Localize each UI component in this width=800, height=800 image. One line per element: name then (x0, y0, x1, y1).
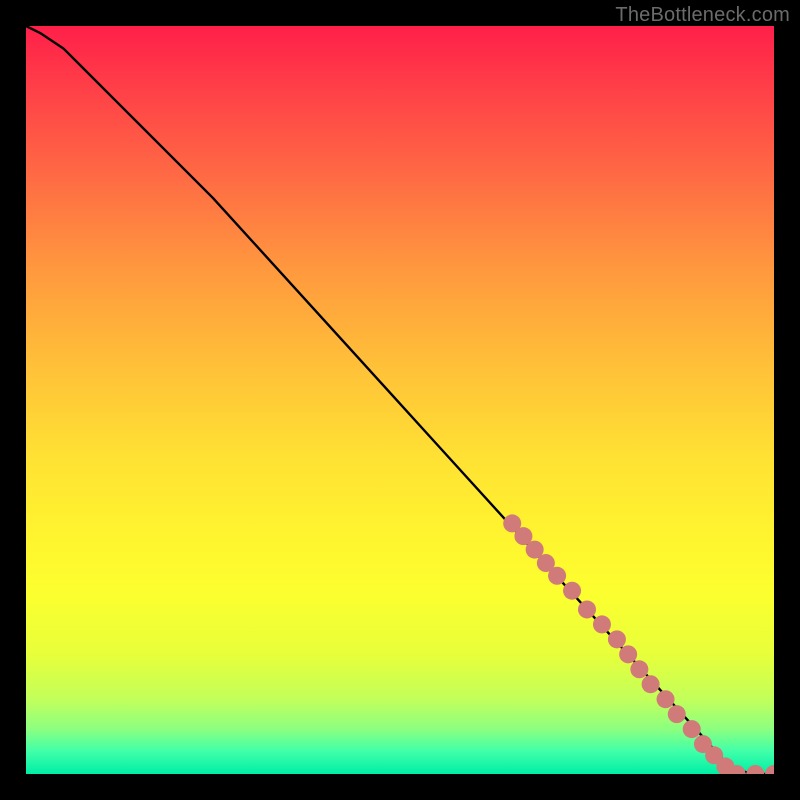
data-marker (746, 765, 764, 774)
curve-line (26, 26, 774, 774)
data-marker (548, 567, 566, 585)
plot-area (26, 26, 774, 774)
chart-overlay (26, 26, 774, 774)
data-marker (578, 600, 596, 618)
data-marker (630, 660, 648, 678)
data-marker (593, 615, 611, 633)
data-marker (683, 720, 701, 738)
chart-stage: TheBottleneck.com (0, 0, 800, 800)
data-marker (608, 630, 626, 648)
data-marker (619, 645, 637, 663)
data-marker (765, 765, 774, 774)
data-marker (563, 582, 581, 600)
watermark-label: TheBottleneck.com (615, 4, 790, 27)
data-marker (668, 705, 686, 723)
data-marker (642, 675, 660, 693)
data-marker (657, 690, 675, 708)
